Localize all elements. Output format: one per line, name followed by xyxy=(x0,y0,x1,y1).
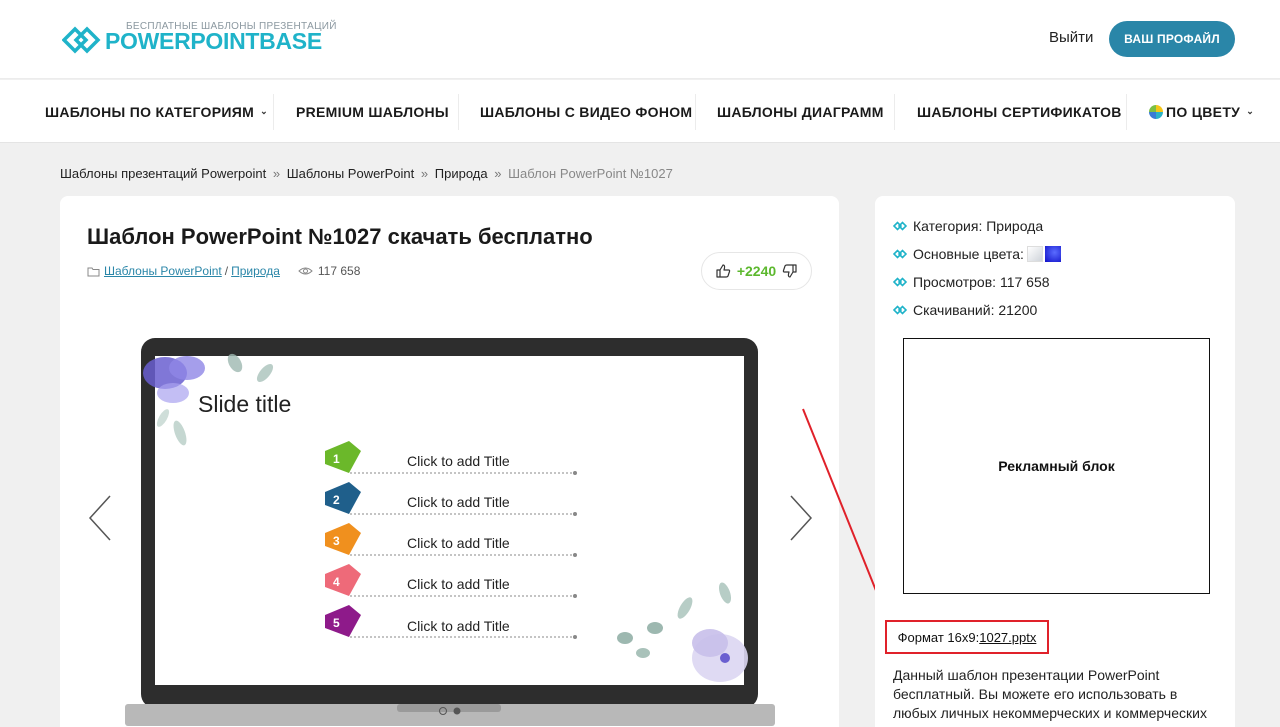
svg-text:Click to add Title: Click to add Title xyxy=(407,494,510,510)
site-header: БЕСПЛАТНЫЕ ШАБЛОНЫ ПРЕЗЕНТАЦИЙ POWERPOIN… xyxy=(0,0,1280,79)
category-separator: / xyxy=(224,264,229,278)
logo-diamond-icon xyxy=(62,26,101,54)
breadcrumb-separator: » xyxy=(494,166,502,181)
svg-text:Click to add Title: Click to add Title xyxy=(407,453,510,469)
breadcrumb-link-powerpoint[interactable]: Шаблоны PowerPoint xyxy=(287,166,415,181)
svg-text:1: 1 xyxy=(333,452,340,466)
nav-item-label: ШАБЛОНЫ ПО КАТЕГОРИЯМ xyxy=(45,103,255,120)
nav-item-premium[interactable]: PREMIUM ШАБЛОНЫ xyxy=(296,80,449,143)
breadcrumb-link-nature[interactable]: Природа xyxy=(435,166,488,181)
thumbs-up-icon[interactable] xyxy=(715,263,731,279)
nav-item-categories[interactable]: ШАБЛОНЫ ПО КАТЕГОРИЯМ ⌄ xyxy=(45,80,268,143)
svg-text:Click to add Title: Click to add Title xyxy=(407,618,510,634)
info-downloads: Скачиваний: 21200 xyxy=(893,302,1037,318)
logo-text: POWERPOINTBASE xyxy=(105,28,322,54)
nav-item-video-bg[interactable]: ШАБЛОНЫ С ВИДЕО ФОНОМ xyxy=(480,80,692,143)
nav-item-diagrams[interactable]: ШАБЛОНЫ ДИАГРАММ xyxy=(717,80,884,143)
post-card: Шаблон PowerPoint №1027 скачать бесплатн… xyxy=(60,196,839,727)
svg-text:5: 5 xyxy=(333,616,340,630)
svg-text:Click to add Title: Click to add Title xyxy=(407,535,510,551)
folder-icon xyxy=(87,267,100,276)
download-file-link[interactable]: 1027.pptx xyxy=(979,630,1036,645)
page-title: Шаблон PowerPoint №1027 скачать бесплатн… xyxy=(87,224,593,249)
diamond-bullet-icon xyxy=(893,249,907,259)
logout-link[interactable]: Выйти xyxy=(1049,29,1093,46)
chevron-down-icon: ⌄ xyxy=(260,106,268,116)
breadcrumb-current: Шаблон PowerPoint №1027 xyxy=(508,166,673,181)
breadcrumb-separator: » xyxy=(420,166,429,181)
vote-count: +2240 xyxy=(736,263,777,279)
diamond-bullet-icon xyxy=(893,221,907,231)
info-views: Просмотров: 117 658 xyxy=(893,274,1050,290)
views-count: 117 658 xyxy=(317,264,361,278)
template-preview: Slide title 1 Click to add Title 2 Click… xyxy=(125,338,775,726)
category-link-powerpoint[interactable]: Шаблоны PowerPoint xyxy=(104,264,222,278)
info-colors: Основные цвета: xyxy=(893,246,1061,262)
category-link-nature[interactable]: Природа xyxy=(231,264,280,278)
site-logo[interactable]: БЕСПЛАТНЫЕ ШАБЛОНЫ ПРЕЗЕНТАЦИЙ POWERPOIN… xyxy=(62,20,336,60)
profile-button[interactable]: ВАШ ПРОФАЙЛ xyxy=(1109,21,1235,57)
svg-text:Click to add Title: Click to add Title xyxy=(407,576,510,592)
slide-title: Slide title xyxy=(198,391,291,417)
nav-divider xyxy=(458,94,459,130)
breadcrumb-separator: » xyxy=(272,166,281,181)
info-category: Категория: Природа xyxy=(893,218,1043,234)
svg-text:2: 2 xyxy=(333,493,340,507)
nav-divider xyxy=(695,94,696,130)
diamond-bullet-icon xyxy=(893,277,907,287)
category-value[interactable]: Природа xyxy=(986,218,1043,234)
template-sidebar: Категория: Природа Основные цвета: Просм… xyxy=(875,196,1235,727)
eye-icon xyxy=(298,267,313,275)
prev-slide-arrow[interactable] xyxy=(86,494,116,542)
carousel-dot-2 xyxy=(453,707,461,715)
nav-divider xyxy=(1126,94,1127,130)
color-swatch-blue[interactable] xyxy=(1044,246,1061,262)
nav-item-label: ШАБЛОНЫ ДИАГРАММ xyxy=(717,103,884,120)
post-meta: Шаблоны PowerPoint / Природа 117 658 xyxy=(87,264,360,278)
nav-item-label: ПО ЦВЕТУ xyxy=(1166,103,1241,120)
vote-widget: +2240 xyxy=(701,252,812,290)
chevron-down-icon: ⌄ xyxy=(1246,106,1255,116)
format-download: Формат 16x9: 1027.pptx xyxy=(885,620,1049,654)
breadcrumb: Шаблоны презентаций Powerpoint » Шаблоны… xyxy=(60,166,673,181)
svg-text:3: 3 xyxy=(333,534,340,548)
nav-divider xyxy=(273,94,274,130)
diamond-bullet-icon xyxy=(893,305,907,315)
color-swatch-white[interactable] xyxy=(1026,246,1043,262)
breadcrumb-link-home[interactable]: Шаблоны презентаций Powerpoint xyxy=(60,166,266,181)
nav-item-label: PREMIUM ШАБЛОНЫ xyxy=(296,103,449,120)
main-nav: ШАБЛОНЫ ПО КАТЕГОРИЯМ ⌄ PREMIUM ШАБЛОНЫ … xyxy=(0,80,1280,143)
nav-item-label: ШАБЛОНЫ СЕРТИФИКАТОВ xyxy=(917,103,1122,120)
nav-item-by-color[interactable]: ПО ЦВЕТУ ⌄ xyxy=(1149,80,1254,143)
nav-item-label: ШАБЛОНЫ С ВИДЕО ФОНОМ xyxy=(480,103,693,120)
svg-text:4: 4 xyxy=(333,575,340,589)
color-wheel-icon xyxy=(1149,104,1163,119)
nav-divider xyxy=(894,94,895,130)
nav-item-certificates[interactable]: ШАБЛОНЫ СЕРТИФИКАТОВ xyxy=(917,80,1122,143)
ad-block: Рекламный блок xyxy=(903,338,1210,594)
thumbs-down-icon[interactable] xyxy=(782,263,798,279)
template-description: Данный шаблон презентации PowerPoint бес… xyxy=(893,667,1207,721)
